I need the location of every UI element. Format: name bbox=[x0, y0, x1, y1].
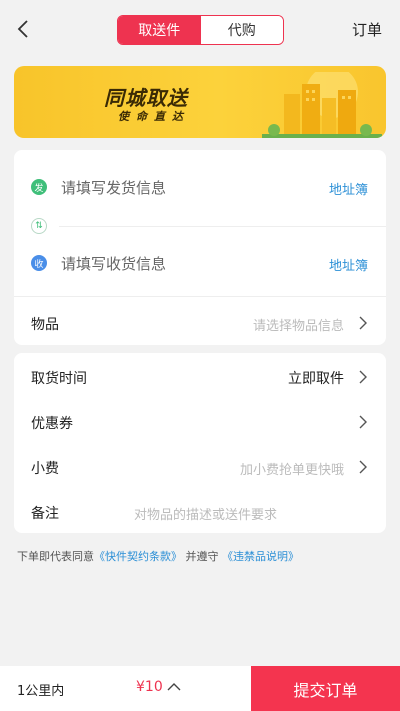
pickup-time-value[interactable]: 立即取件 bbox=[288, 368, 344, 388]
orders-link[interactable]: 订单 bbox=[352, 19, 382, 40]
receiver-badge: 收 bbox=[31, 255, 47, 271]
top-bar: 取送件 代购 订单 bbox=[0, 0, 400, 60]
sender-badge: 发 bbox=[31, 179, 47, 195]
chevron-right-icon bbox=[359, 460, 367, 474]
item-select[interactable]: 请选择物品信息 bbox=[253, 315, 344, 334]
pickup-time-row[interactable]: 取货时间 立即取件 bbox=[14, 357, 386, 397]
chevron-right-icon bbox=[359, 415, 367, 429]
options-card: 取货时间 立即取件 优惠券 小费 加小费抢单更快哦 备注 对物品的描述或送件要求 bbox=[14, 353, 386, 533]
tab-pickup-delivery[interactable]: 取送件 bbox=[118, 16, 201, 44]
divider bbox=[14, 296, 386, 297]
receiver-address-row[interactable]: 收 请填写收货信息 地址簿 bbox=[14, 243, 386, 283]
address-card: 发 请填写发货信息 地址簿 ⇅ 收 请填写收货信息 地址簿 物品 请选择物品信息 bbox=[14, 150, 386, 345]
promo-banner[interactable]: 同城取送 使命直达 bbox=[14, 66, 386, 138]
service-tabs: 取送件 代购 bbox=[117, 15, 284, 45]
coupon-row[interactable]: 优惠券 bbox=[14, 402, 386, 442]
receiver-address-input[interactable]: 请填写收货信息 bbox=[61, 253, 166, 274]
city-buildings-illustration bbox=[262, 72, 382, 138]
remark-input[interactable]: 对物品的描述或送件要求 bbox=[134, 504, 277, 523]
sender-address-book-link[interactable]: 地址簿 bbox=[329, 179, 368, 198]
chevron-right-icon bbox=[359, 316, 367, 330]
divider bbox=[59, 226, 386, 227]
remark-row[interactable]: 备注 对物品的描述或送件要求 bbox=[14, 492, 386, 532]
swap-address-icon[interactable]: ⇅ bbox=[31, 218, 47, 234]
distance-label: 1公里内 bbox=[17, 684, 65, 699]
item-label: 物品 bbox=[31, 317, 59, 333]
back-arrow-icon[interactable] bbox=[12, 17, 36, 41]
bottom-bar: 1公里内 ¥10 提交订单 bbox=[0, 666, 400, 711]
price-value[interactable]: ¥10 bbox=[136, 679, 163, 695]
item-row[interactable]: 物品 请选择物品信息 bbox=[14, 303, 386, 343]
receiver-address-book-link[interactable]: 地址簿 bbox=[329, 255, 368, 274]
tip-row[interactable]: 小费 加小费抢单更快哦 bbox=[14, 447, 386, 487]
courier-terms-link[interactable]: 《快件契约条款》 bbox=[94, 550, 182, 563]
banner-subtitle: 使命直达 bbox=[118, 110, 190, 123]
agreement-middle: 并遵守 bbox=[185, 550, 219, 563]
submit-order-button[interactable]: 提交订单 bbox=[251, 666, 400, 711]
agreement-prefix: 下单即代表同意 bbox=[17, 550, 94, 563]
banner-title: 同城取送 bbox=[104, 86, 188, 110]
tip-input[interactable]: 加小费抢单更快哦 bbox=[240, 459, 344, 478]
remark-label: 备注 bbox=[31, 506, 59, 522]
sender-address-row[interactable]: 发 请填写发货信息 地址簿 bbox=[14, 167, 386, 207]
pickup-time-label: 取货时间 bbox=[31, 371, 87, 387]
chevron-right-icon bbox=[359, 370, 367, 384]
agreement-text: 下单即代表同意《快件契约条款》 并遵守 《违禁品说明》 bbox=[17, 548, 299, 564]
tab-purchase[interactable]: 代购 bbox=[200, 16, 283, 44]
prohibited-items-link[interactable]: 《违禁品说明》 bbox=[222, 550, 299, 563]
tip-label: 小费 bbox=[31, 461, 59, 477]
caret-up-icon[interactable] bbox=[167, 682, 181, 692]
sender-address-input[interactable]: 请填写发货信息 bbox=[61, 177, 166, 198]
coupon-label: 优惠券 bbox=[31, 416, 73, 432]
